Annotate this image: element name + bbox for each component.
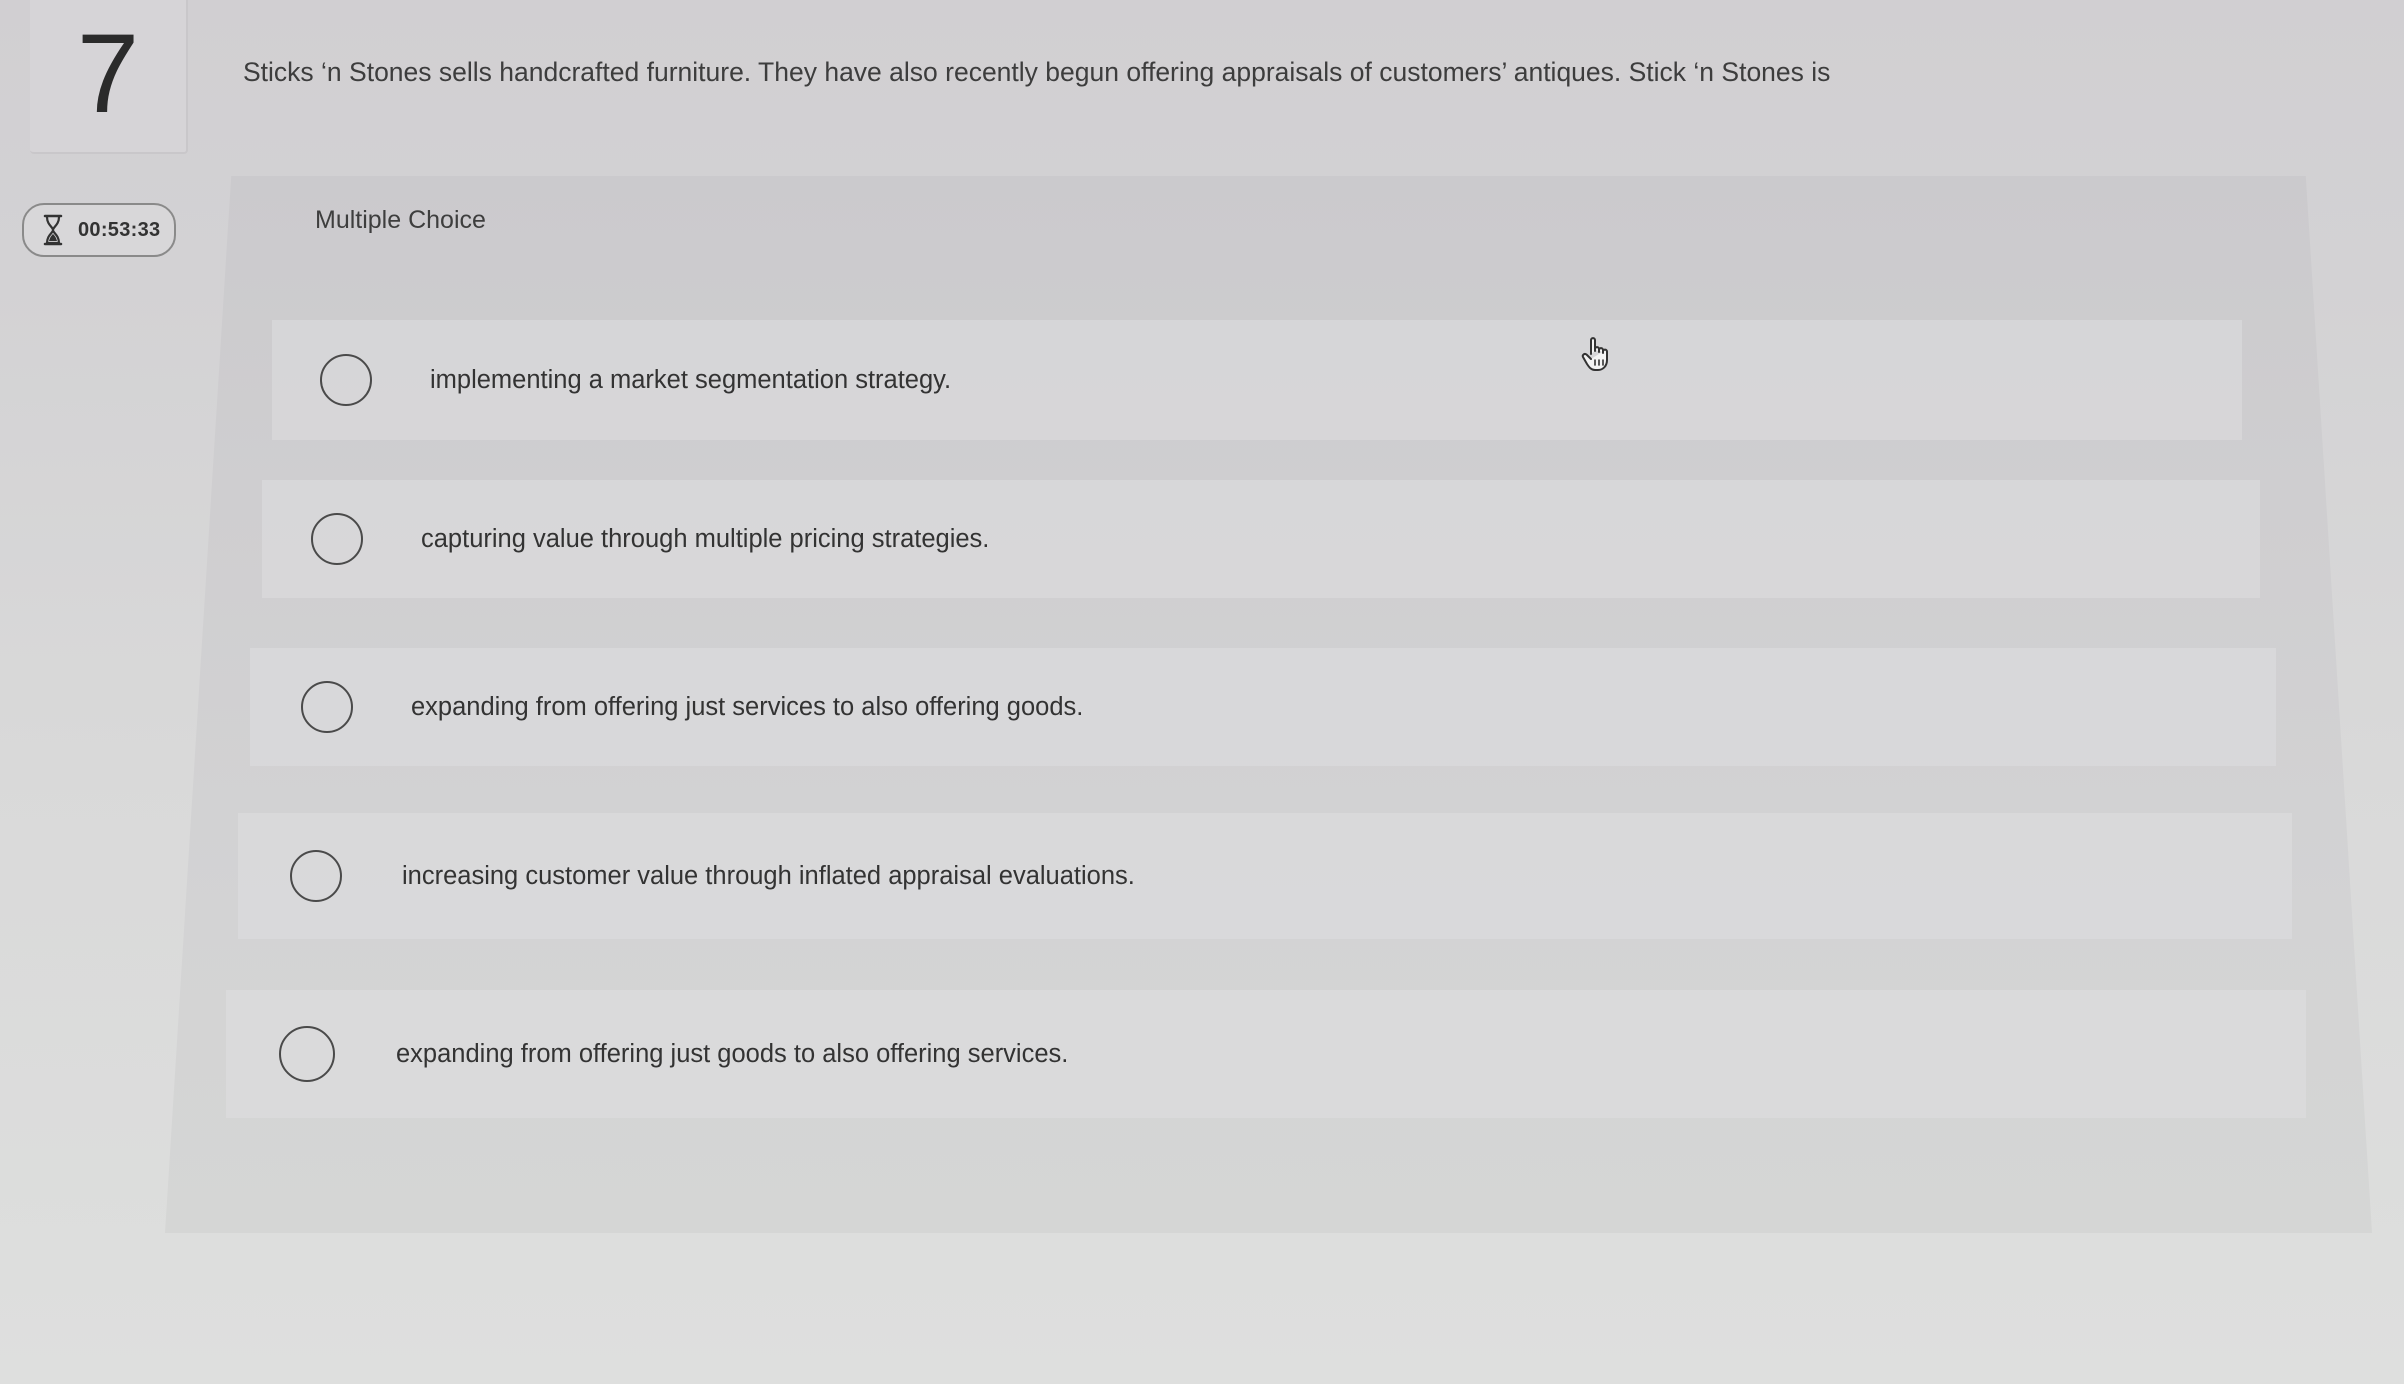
question-number-box: 7 [30,0,188,154]
hourglass-icon [42,214,64,246]
choice-option-5[interactable]: expanding from offering just goods to al… [226,990,2306,1118]
choice-label: expanding from offering just goods to al… [396,1039,1069,1068]
radio-button[interactable] [301,681,353,733]
radio-button[interactable] [320,354,372,406]
choice-label: increasing customer value through inflat… [402,861,1135,890]
radio-button[interactable] [290,850,342,902]
radio-button[interactable] [311,513,363,565]
choice-option-1[interactable]: implementing a market segmentation strat… [272,320,2242,440]
question-type-label: Multiple Choice [315,206,486,234]
choice-option-4[interactable]: increasing customer value through inflat… [238,813,2292,939]
choice-option-3[interactable]: expanding from offering just services to… [250,648,2276,766]
choice-label: implementing a market segmentation strat… [430,365,952,394]
choice-option-2[interactable]: capturing value through multiple pricing… [262,480,2260,598]
question-number: 7 [76,11,140,136]
radio-button[interactable] [279,1026,335,1082]
hand-pointer-icon [1580,334,1614,374]
timer-value: 00:53:33 [78,218,161,241]
choice-label: expanding from offering just services to… [411,692,1084,721]
timer-badge[interactable]: 00:53:33 [22,203,176,257]
question-prompt: Sticks ‘n Stones sells handcrafted furni… [243,57,1831,87]
choice-label: capturing value through multiple pricing… [421,524,990,553]
